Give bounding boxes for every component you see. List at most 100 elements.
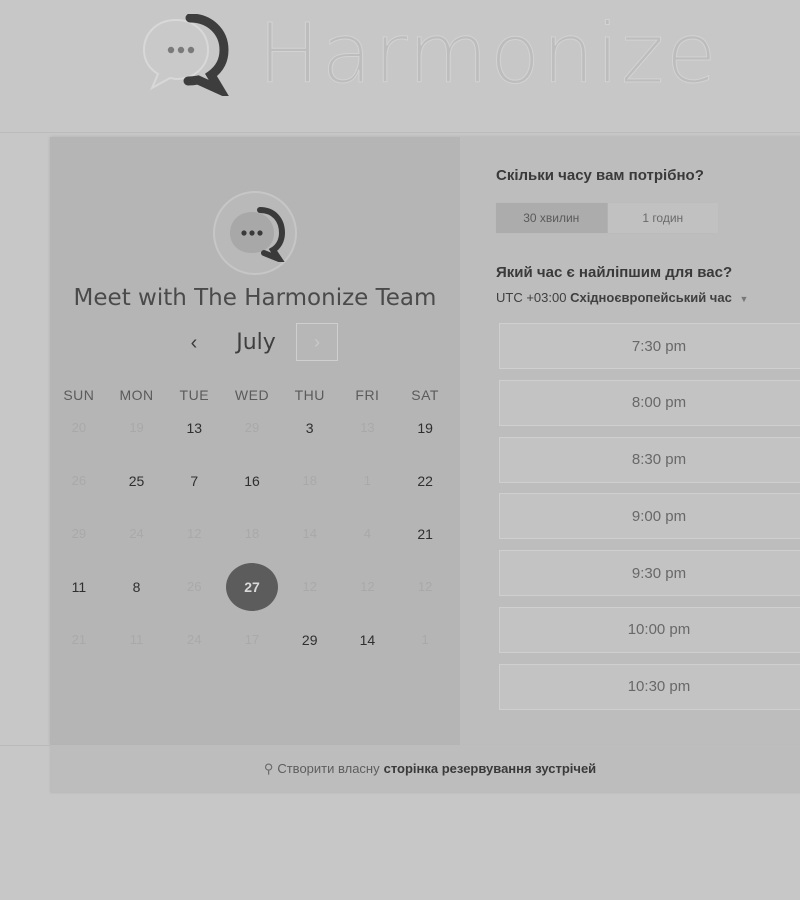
day-number: 13 bbox=[186, 419, 203, 436]
booking-page: Harmonize Meet with The Harmonize Team ‹… bbox=[0, 0, 800, 900]
calendar-day-unavailable: 29 bbox=[223, 401, 281, 454]
calendar-day-unavailable: 17 bbox=[223, 613, 281, 666]
hubspot-sprocket-icon: ⚲ bbox=[263, 760, 274, 776]
calendar-day-unavailable: 11 bbox=[108, 613, 166, 666]
day-number: 24 bbox=[129, 526, 144, 541]
day-number: 21 bbox=[71, 632, 87, 647]
calendar-day-unavailable: 18 bbox=[223, 507, 281, 560]
timezone-selector[interactable]: UTC +03:00 Східноєвропейський час ▼ bbox=[496, 290, 748, 305]
footer-link[interactable]: сторінка резервування зустрічей bbox=[384, 761, 597, 776]
calendar-day-available[interactable]: 25 bbox=[108, 454, 166, 507]
timezone-offset: UTC +03:00 bbox=[496, 290, 567, 305]
day-number: 3 bbox=[305, 419, 314, 436]
month-navigation: ‹ July › bbox=[50, 323, 460, 363]
day-number: 26 bbox=[71, 473, 87, 488]
calendar-panel: Meet with The Harmonize Team ‹ July › SU… bbox=[50, 137, 460, 745]
day-number: 13 bbox=[360, 420, 375, 435]
calendar-day-unavailable: 19 bbox=[108, 401, 166, 454]
footer-prefix: Створити власну bbox=[277, 761, 380, 776]
calendar-day-unavailable: 1 bbox=[339, 454, 397, 507]
day-number: 14 bbox=[359, 631, 376, 648]
time-question: Який час є найліпшим для вас? bbox=[496, 264, 733, 281]
day-number: 19 bbox=[417, 419, 433, 436]
day-number: 26 bbox=[187, 579, 202, 594]
calendar-day-available[interactable]: 21 bbox=[396, 507, 454, 560]
calendar-day-selected[interactable]: 27 bbox=[223, 560, 281, 613]
team-avatar bbox=[213, 191, 297, 275]
calendar-grid: 20 19 13 29 3 13 19 26 25 7 16 18 1 22 29 24 12 18 14 4 21 11… bbox=[50, 401, 460, 666]
time-slot-button[interactable]: 8:30 pm bbox=[499, 436, 800, 483]
calendar-day-unavailable: 20 bbox=[50, 401, 108, 454]
calendar-day-available[interactable]: 29 bbox=[281, 613, 339, 666]
day-number: 27 bbox=[225, 562, 278, 611]
time-slot-button[interactable]: 9:30 pm bbox=[499, 550, 800, 597]
day-number: 25 bbox=[128, 472, 145, 489]
next-month-button[interactable]: › bbox=[296, 323, 338, 361]
time-slot-button[interactable]: 10:00 pm bbox=[499, 606, 800, 653]
time-slot-button[interactable]: 7:30 pm bbox=[499, 323, 800, 369]
day-number: 17 bbox=[244, 632, 260, 647]
time-slot-list: 7:30 pm 8:00 pm 8:30 pm 9:00 pm 9:30 pm 10:00… bbox=[499, 323, 800, 721]
calendar-day-unavailable: 13 bbox=[339, 401, 397, 454]
prev-month-button[interactable]: ‹ bbox=[180, 323, 208, 363]
day-number: 20 bbox=[71, 420, 87, 435]
brand-name: Harmonize bbox=[257, 7, 719, 102]
day-number: 7 bbox=[190, 472, 199, 489]
calendar-day-unavailable: 21 bbox=[50, 613, 108, 666]
day-number: 24 bbox=[187, 632, 202, 647]
calendar-day-available[interactable]: 19 bbox=[396, 401, 454, 454]
day-number: 11 bbox=[129, 632, 144, 647]
calendar-day-available[interactable]: 22 bbox=[396, 454, 454, 507]
day-number: 1 bbox=[363, 473, 372, 488]
brand-header: Harmonize bbox=[138, 10, 718, 100]
calendar-day-unavailable: 24 bbox=[165, 613, 223, 666]
day-number: 29 bbox=[301, 631, 318, 648]
day-number: 14 bbox=[302, 526, 317, 541]
duration-toggle: 30 хвилин 1 годин bbox=[495, 202, 719, 234]
calendar-day-unavailable: 12 bbox=[396, 560, 454, 613]
calendar-day-available[interactable]: 16 bbox=[223, 454, 281, 507]
calendar-day-unavailable: 4 bbox=[339, 507, 397, 560]
day-number: 29 bbox=[71, 526, 87, 541]
day-number: 11 bbox=[71, 578, 87, 595]
chat-bubble-avatar-icon bbox=[230, 207, 286, 262]
day-number: 12 bbox=[302, 579, 317, 594]
booking-card: Meet with The Harmonize Team ‹ July › SU… bbox=[50, 137, 800, 745]
day-number: 22 bbox=[417, 472, 433, 489]
calendar-day-unavailable: 29 bbox=[50, 507, 108, 560]
header-divider bbox=[0, 132, 800, 133]
calendar-day-available[interactable]: 7 bbox=[165, 454, 223, 507]
day-number: 12 bbox=[417, 579, 433, 594]
day-number: 18 bbox=[302, 473, 317, 488]
month-label: July bbox=[236, 330, 276, 355]
duration-option[interactable]: 30 хвилин bbox=[496, 203, 608, 233]
day-number: 29 bbox=[244, 420, 260, 435]
day-number: 18 bbox=[244, 526, 260, 541]
calendar-day-unavailable: 12 bbox=[165, 507, 223, 560]
day-number: 19 bbox=[129, 420, 144, 435]
calendar-day-unavailable: 12 bbox=[281, 560, 339, 613]
meeting-title: Meet with The Harmonize Team bbox=[73, 285, 437, 311]
calendar-day-unavailable: 14 bbox=[281, 507, 339, 560]
calendar-day-available[interactable]: 13 bbox=[165, 401, 223, 454]
day-number: 4 bbox=[363, 526, 372, 541]
calendar-day-available[interactable]: 8 bbox=[108, 560, 166, 613]
footer-bar: ⚲ Створити власну сторінка резервування … bbox=[50, 745, 800, 792]
day-number: 16 bbox=[244, 472, 260, 489]
calendar-day-available[interactable]: 14 bbox=[339, 613, 397, 666]
time-panel: Скільки часу вам потрібно? 30 хвилин 1 го… bbox=[460, 137, 800, 745]
calendar-day-unavailable: 12 bbox=[339, 560, 397, 613]
duration-question: Скільки часу вам потрібно? bbox=[496, 167, 704, 184]
calendar-day-unavailable: 26 bbox=[50, 454, 108, 507]
time-slot-button[interactable]: 8:00 pm bbox=[499, 379, 800, 426]
calendar-day-available[interactable]: 3 bbox=[281, 401, 339, 454]
calendar-day-unavailable: 1 bbox=[396, 613, 454, 666]
timezone-name: Східноєвропейський час bbox=[570, 290, 732, 305]
time-slot-button[interactable]: 10:30 pm bbox=[499, 663, 800, 710]
day-number: 21 bbox=[417, 525, 433, 542]
day-number: 1 bbox=[421, 632, 429, 647]
duration-option[interactable]: 1 годин bbox=[607, 203, 718, 233]
calendar-day-unavailable: 18 bbox=[281, 454, 339, 507]
calendar-day-available[interactable]: 11 bbox=[50, 560, 108, 613]
time-slot-button[interactable]: 9:00 pm bbox=[499, 493, 800, 540]
